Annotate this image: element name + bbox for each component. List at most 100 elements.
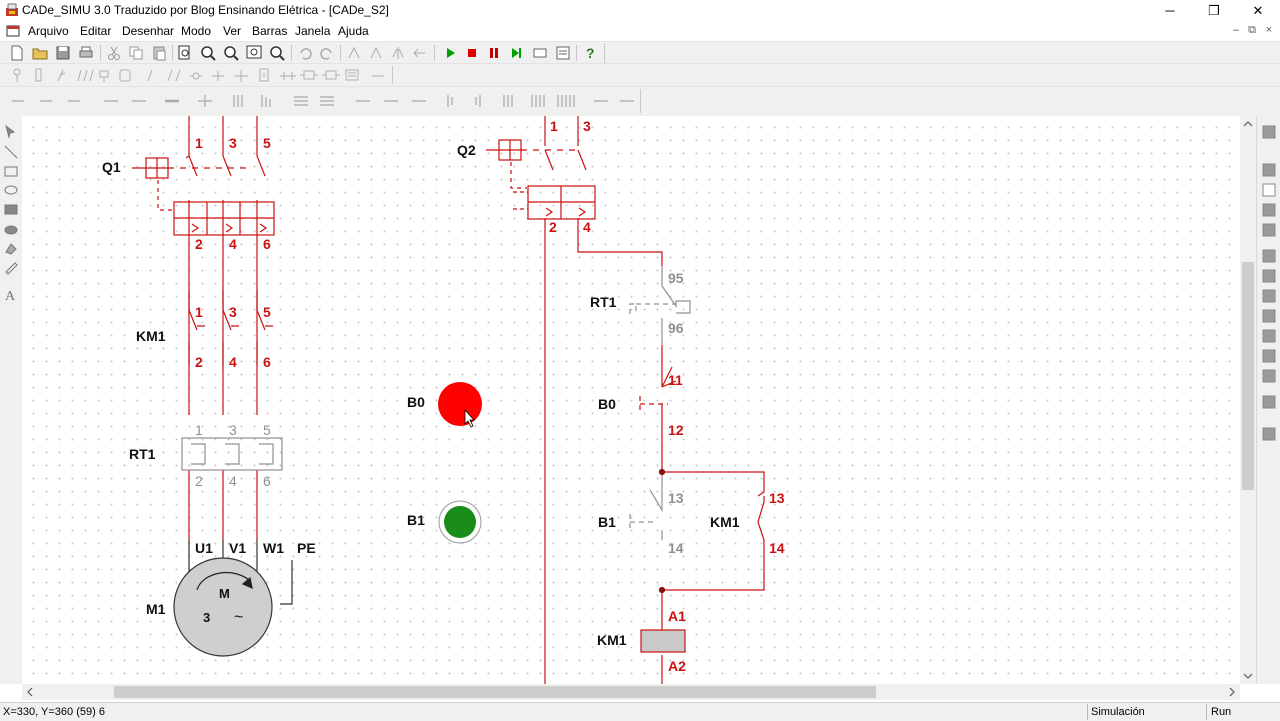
km1-terminal: 3 — [229, 304, 237, 320]
component-list-icon[interactable] — [554, 44, 572, 62]
b1-pushbutton-label: B1 — [407, 512, 425, 528]
vertical-scroll-thumb — [1242, 262, 1254, 490]
undo-icon[interactable] — [296, 44, 314, 62]
wiring-palette-icons[interactable] — [10, 92, 640, 110]
b1-contact-label: B1 — [598, 514, 616, 530]
window-title: CADe_SIMU 3.0 Traduzido por Blog Ensinan… — [22, 3, 389, 17]
zoom-all-icon[interactable] — [268, 44, 286, 62]
km1-terminal: 1 — [195, 304, 203, 320]
flip-icon[interactable] — [411, 44, 429, 62]
km1-aux-terminal: 13 — [769, 490, 785, 506]
stop-simulation-icon[interactable] — [463, 44, 481, 62]
zoom-window-icon[interactable] — [245, 44, 263, 62]
maximize-button[interactable]: ❐ — [1192, 0, 1236, 21]
document-icon[interactable] — [6, 24, 20, 38]
copy-icon[interactable] — [127, 44, 145, 62]
b1-start-pushbutton[interactable] — [444, 506, 476, 538]
wire-tool-icon[interactable] — [531, 44, 549, 62]
b0-stop-pushbutton[interactable] — [438, 382, 482, 426]
rotate-left-icon[interactable] — [345, 44, 363, 62]
q2-terminal: 3 — [583, 118, 591, 134]
b1-contact-terminal: 14 — [668, 540, 684, 556]
rotate-right-icon[interactable] — [367, 44, 385, 62]
zoom-in-icon[interactable] — [199, 44, 217, 62]
control-wires-red — [544, 116, 765, 684]
close-button[interactable]: ✕ — [1236, 0, 1280, 21]
menu-arquivo[interactable]: Arquivo — [28, 24, 69, 38]
new-file-icon[interactable] — [8, 44, 26, 62]
menu-editar[interactable]: Editar — [80, 24, 111, 38]
drawing-tools-icons[interactable]: A — [3, 124, 19, 304]
mdi-close-button[interactable]: × — [1262, 24, 1276, 36]
app-icon — [6, 3, 18, 16]
schematic-drawing: Q1 1 3 5 2 4 6 KM1 1 3 5 2 4 6 RT1 1 3 5… — [102, 116, 785, 684]
mdi-restore-button[interactable]: ⧉ — [1245, 24, 1259, 37]
junction-dot — [658, 468, 666, 476]
zoom-out-icon[interactable] — [222, 44, 240, 62]
b1-no-contact — [629, 472, 663, 540]
menu-modo[interactable]: Modo — [181, 24, 211, 38]
menu-desenhar[interactable]: Desenhar — [122, 24, 174, 38]
q2-terminal: 1 — [550, 118, 558, 134]
scroll-down-icon — [1243, 673, 1253, 679]
scroll-right-icon — [1229, 687, 1235, 697]
help-icon[interactable]: ? — [581, 44, 599, 62]
menu-janela[interactable]: Janela — [295, 24, 330, 38]
play-simulation-icon[interactable] — [441, 44, 459, 62]
mirror-icon[interactable] — [389, 44, 407, 62]
motor-label: M1 — [146, 601, 166, 617]
paste-icon[interactable] — [150, 44, 168, 62]
component-toolbar — [0, 63, 1280, 87]
rt1-terminal: 2 — [195, 473, 203, 489]
rt1-terminal: 5 — [263, 422, 271, 438]
motor-terminal-v1: V1 — [229, 540, 246, 556]
right-panel-icons[interactable] — [1257, 116, 1280, 684]
status-bar: X=330, Y=360 (59) 6 Simulación Run — [0, 702, 1280, 721]
rt1-contact-label: RT1 — [590, 294, 617, 310]
q1-terminal: 3 — [229, 135, 237, 151]
km1-terminal: 2 — [195, 354, 203, 370]
title-bar: CADe_SIMU 3.0 Traduzido por Blog Ensinan… — [0, 0, 1280, 21]
km1-aux-terminal: 14 — [769, 540, 785, 556]
rt1-terminal: 3 — [229, 422, 237, 438]
menu-barras[interactable]: Barras — [252, 24, 287, 38]
rt1-terminal: 6 — [263, 473, 271, 489]
menu-ajuda[interactable]: Ajuda — [338, 24, 369, 38]
menu-ver[interactable]: Ver — [223, 24, 241, 38]
motor-terminal-w1: W1 — [263, 540, 284, 556]
q1-label: Q1 — [102, 159, 121, 175]
pause-simulation-icon[interactable] — [485, 44, 503, 62]
run-state-status: Run — [1211, 706, 1232, 718]
km1-coil-terminal: A2 — [668, 658, 686, 674]
rt1-power-label: RT1 — [129, 446, 156, 462]
minimize-button[interactable]: ─ — [1148, 0, 1192, 21]
simulation-mode-status: Simulación — [1091, 706, 1145, 718]
km1-terminal: 6 — [263, 354, 271, 370]
component-palette-icons[interactable] — [8, 66, 393, 84]
q1-terminal: 4 — [229, 236, 237, 252]
horizontal-scroll-thumb — [114, 686, 876, 698]
open-folder-icon[interactable] — [31, 44, 49, 62]
schematic-canvas[interactable]: Q1 1 3 5 2 4 6 KM1 1 3 5 2 4 6 RT1 1 3 5… — [22, 116, 1240, 684]
km1-terminal: 4 — [229, 354, 237, 370]
b0-contact-terminal: 12 — [668, 422, 684, 438]
redo-icon[interactable] — [318, 44, 336, 62]
q1-terminal: 1 — [195, 135, 203, 151]
cut-icon[interactable] — [105, 44, 123, 62]
vertical-scrollbar[interactable] — [1240, 116, 1256, 684]
q1-terminal: 6 — [263, 236, 271, 252]
b0-contact-terminal: 11 — [668, 372, 683, 388]
q1-breaker-symbol — [132, 157, 275, 236]
save-icon[interactable] — [54, 44, 72, 62]
print-icon[interactable] — [77, 44, 95, 62]
step-simulation-icon[interactable] — [507, 44, 525, 62]
scroll-left-icon — [27, 687, 33, 697]
motor-symbol-m: M — [219, 586, 230, 601]
main-toolbar: ? — [0, 41, 1280, 64]
rt1-terminal: 1 — [195, 422, 203, 438]
b1-contact-terminal: 13 — [668, 490, 684, 506]
rt1-terminal: 4 — [229, 473, 237, 489]
zoom-page-icon[interactable] — [176, 44, 194, 62]
horizontal-scrollbar[interactable] — [22, 684, 1240, 700]
mdi-minimize-button[interactable]: – — [1229, 24, 1243, 36]
